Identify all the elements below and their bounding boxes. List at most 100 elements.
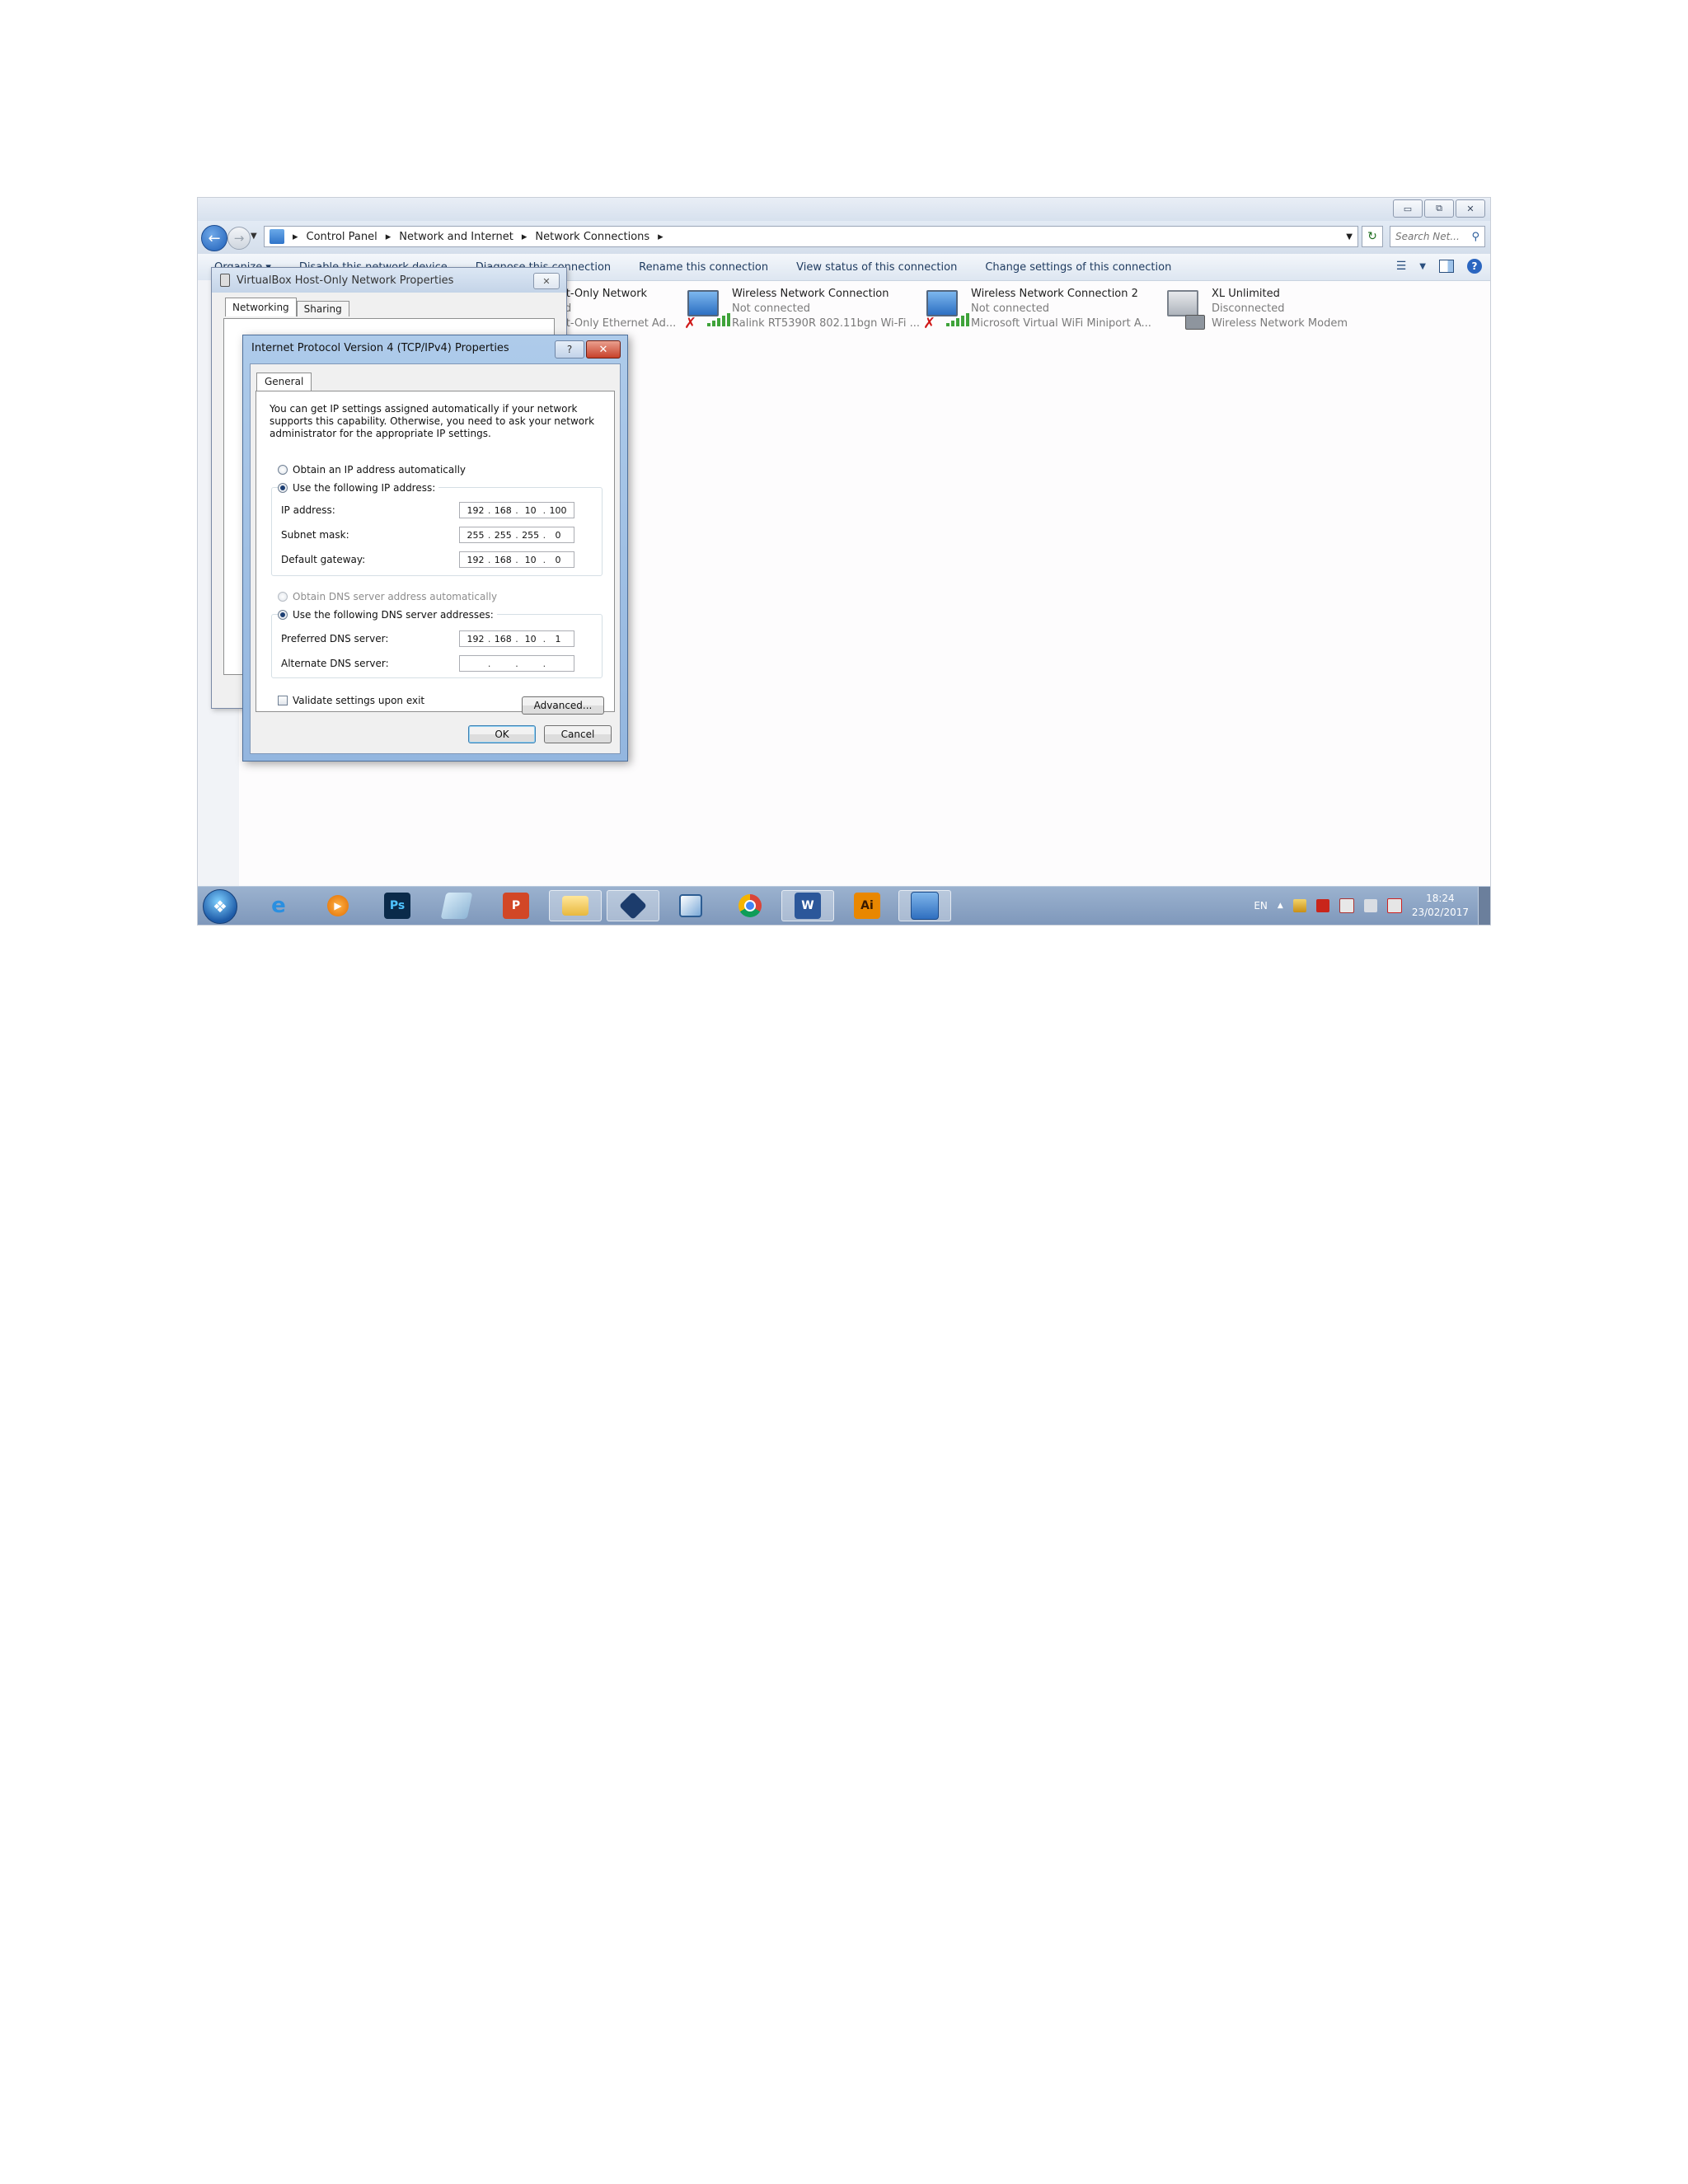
octet[interactable]: 192	[467, 505, 485, 516]
tab-general[interactable]: General	[256, 373, 312, 391]
subnet-mask-field[interactable]: 255. 255. 255. 0	[459, 527, 574, 543]
octet[interactable]: 1	[549, 634, 567, 644]
language-indicator[interactable]: EN	[1254, 900, 1268, 912]
view-status-command[interactable]: View status of this connection	[796, 261, 957, 274]
octet[interactable]: 10	[522, 505, 540, 516]
breadcrumb-separator-icon[interactable]: ▸	[522, 231, 528, 243]
rename-command[interactable]: Rename this connection	[639, 261, 768, 274]
taskbar-virtualbox[interactable]	[607, 890, 659, 921]
taskbar-media-player[interactable]: ▶	[312, 890, 364, 921]
dialog-help-button[interactable]: ?	[555, 340, 584, 359]
preferred-dns-label: Preferred DNS server:	[281, 633, 389, 644]
taskbar-notes[interactable]	[430, 890, 483, 921]
search-box[interactable]: ⚲	[1390, 226, 1485, 247]
refresh-button[interactable]: ↻	[1362, 226, 1383, 247]
taskbar-file-explorer[interactable]	[549, 890, 602, 921]
breadcrumb-control-panel[interactable]: Control Panel	[307, 231, 377, 243]
checkbox[interactable]	[278, 696, 288, 705]
taskbar-chrome[interactable]	[724, 890, 776, 921]
change-settings-command[interactable]: Change settings of this connection	[985, 261, 1171, 274]
obtain-ip-auto-radio[interactable]: Obtain an IP address automatically	[278, 464, 466, 476]
taskbar-box-app[interactable]	[664, 890, 717, 921]
cancel-button[interactable]: Cancel	[544, 725, 612, 743]
radio-button-checked[interactable]	[278, 483, 288, 493]
connection-item-xl-unlimited[interactable]: XL Unlimited Disconnected Wireless Netwo…	[1164, 287, 1348, 331]
tab-networking[interactable]: Networking	[225, 298, 297, 316]
radio-button-checked[interactable]	[278, 610, 288, 620]
change-view-icon[interactable]: ☰	[1396, 260, 1407, 273]
volume-muted-icon[interactable]	[1339, 898, 1354, 913]
radio-button[interactable]	[278, 465, 288, 475]
octet[interactable]: 10	[522, 555, 540, 565]
ip-address-row: IP address: 192. 168. 10. 100	[281, 502, 574, 518]
window-titlebar[interactable]: ▭ ⧉ ✕	[198, 198, 1490, 221]
obtain-dns-auto-radio[interactable]: Obtain DNS server address automatically	[278, 591, 497, 602]
address-bar[interactable]: ▸ Control Panel ▸ Network and Internet ▸…	[264, 226, 1358, 247]
octet[interactable]: 168	[494, 555, 512, 565]
action-center-flag-icon[interactable]	[1386, 898, 1402, 913]
octet[interactable]: 100	[549, 505, 567, 516]
octet[interactable]: 0	[549, 530, 567, 541]
octet[interactable]: 0	[549, 555, 567, 565]
octet[interactable]: 255	[522, 530, 540, 541]
ok-button[interactable]: OK	[468, 725, 536, 743]
network-tray-icon[interactable]	[1292, 899, 1306, 912]
taskbar-photoshop[interactable]: Ps	[371, 890, 424, 921]
obtain-dns-auto-label: Obtain DNS server address automatically	[293, 591, 498, 602]
vbox-close-button[interactable]: ✕	[533, 273, 560, 289]
search-icon[interactable]: ⚲	[1471, 231, 1479, 243]
acrobat-tray-icon[interactable]	[1315, 899, 1329, 912]
vbox-dialog-titlebar[interactable]: VirtualBox Host-Only Network Properties	[212, 268, 566, 293]
connection-item-wireless-2[interactable]: ✗ Wireless Network Connection 2 Not conn…	[923, 287, 1151, 331]
view-options-chevron-down-icon[interactable]: ▼	[1419, 262, 1426, 271]
address-history-chevron-down-icon[interactable]: ▼	[1346, 232, 1353, 241]
start-button[interactable]: ❖	[203, 889, 237, 924]
ipv4-close-button[interactable]: ✕	[586, 340, 621, 359]
breadcrumb-network-and-internet[interactable]: Network and Internet	[399, 231, 513, 243]
breadcrumb-network-connections[interactable]: Network Connections	[535, 231, 649, 243]
wireless-network-icon: ✗	[684, 287, 730, 331]
back-button[interactable]: ←	[201, 225, 227, 251]
taskbar-network-control-panel[interactable]	[898, 890, 951, 921]
taskbar-internet-explorer[interactable]: e	[252, 890, 305, 921]
help-icon[interactable]: ?	[1467, 259, 1482, 274]
preferred-dns-field[interactable]: 192. 168. 10. 1	[459, 630, 574, 647]
connection-item-wireless[interactable]: ✗ Wireless Network Connection Not connec…	[684, 287, 920, 331]
connection-device: Ralink RT5390R 802.11bgn Wi-Fi ...	[732, 317, 921, 330]
breadcrumb-separator-icon[interactable]: ▸	[293, 231, 298, 243]
octet[interactable]: 255	[467, 530, 485, 541]
tab-sharing[interactable]: Sharing	[296, 301, 349, 316]
octet[interactable]: 10	[522, 634, 540, 644]
taskbar-illustrator[interactable]: Ai	[841, 890, 893, 921]
clock[interactable]: 18:24 23/02/2017	[1412, 892, 1469, 920]
alternate-dns-field[interactable]: . . .	[459, 655, 574, 672]
breadcrumb-separator-icon[interactable]: ▸	[658, 231, 663, 243]
default-gateway-field[interactable]: 192. 168. 10. 0	[459, 551, 574, 568]
octet[interactable]: 168	[494, 505, 512, 516]
use-following-ip-radio[interactable]: Use the following IP address:	[278, 482, 439, 494]
use-following-dns-radio[interactable]: Use the following DNS server addresses:	[278, 609, 497, 621]
radio-button-disabled[interactable]	[278, 592, 288, 602]
octet[interactable]: 192	[467, 555, 485, 565]
connection-item-virtualbox[interactable]: ost-Only Network red ost-Only Ethernet A…	[554, 287, 676, 331]
minimize-button[interactable]: ▭	[1393, 199, 1423, 218]
validate-settings-checkbox[interactable]: Validate settings upon exit	[278, 695, 424, 706]
octet[interactable]: 168	[494, 634, 512, 644]
taskbar-powerpoint[interactable]: P	[490, 890, 542, 921]
advanced-button[interactable]: Advanced...	[522, 696, 604, 715]
forward-button[interactable]: →	[227, 227, 251, 250]
search-input[interactable]	[1395, 231, 1465, 242]
breadcrumb-separator-icon[interactable]: ▸	[386, 231, 392, 243]
power-tray-icon[interactable]	[1363, 899, 1377, 912]
preview-pane-icon[interactable]	[1439, 260, 1454, 273]
close-window-button[interactable]: ✕	[1456, 199, 1485, 218]
taskbar-word[interactable]: W	[781, 890, 834, 921]
restore-button[interactable]: ⧉	[1424, 199, 1454, 218]
ipv4-dialog-title[interactable]: Internet Protocol Version 4 (TCP/IPv4) P…	[251, 342, 509, 354]
ip-address-field[interactable]: 192. 168. 10. 100	[459, 502, 574, 518]
octet[interactable]: 192	[467, 634, 485, 644]
recent-pages-chevron-down-icon[interactable]: ▼	[251, 232, 257, 241]
octet[interactable]: 255	[494, 530, 512, 541]
show-desktop-button[interactable]	[1478, 887, 1490, 925]
show-hidden-icons-arrow-icon[interactable]: ▲	[1278, 902, 1283, 910]
